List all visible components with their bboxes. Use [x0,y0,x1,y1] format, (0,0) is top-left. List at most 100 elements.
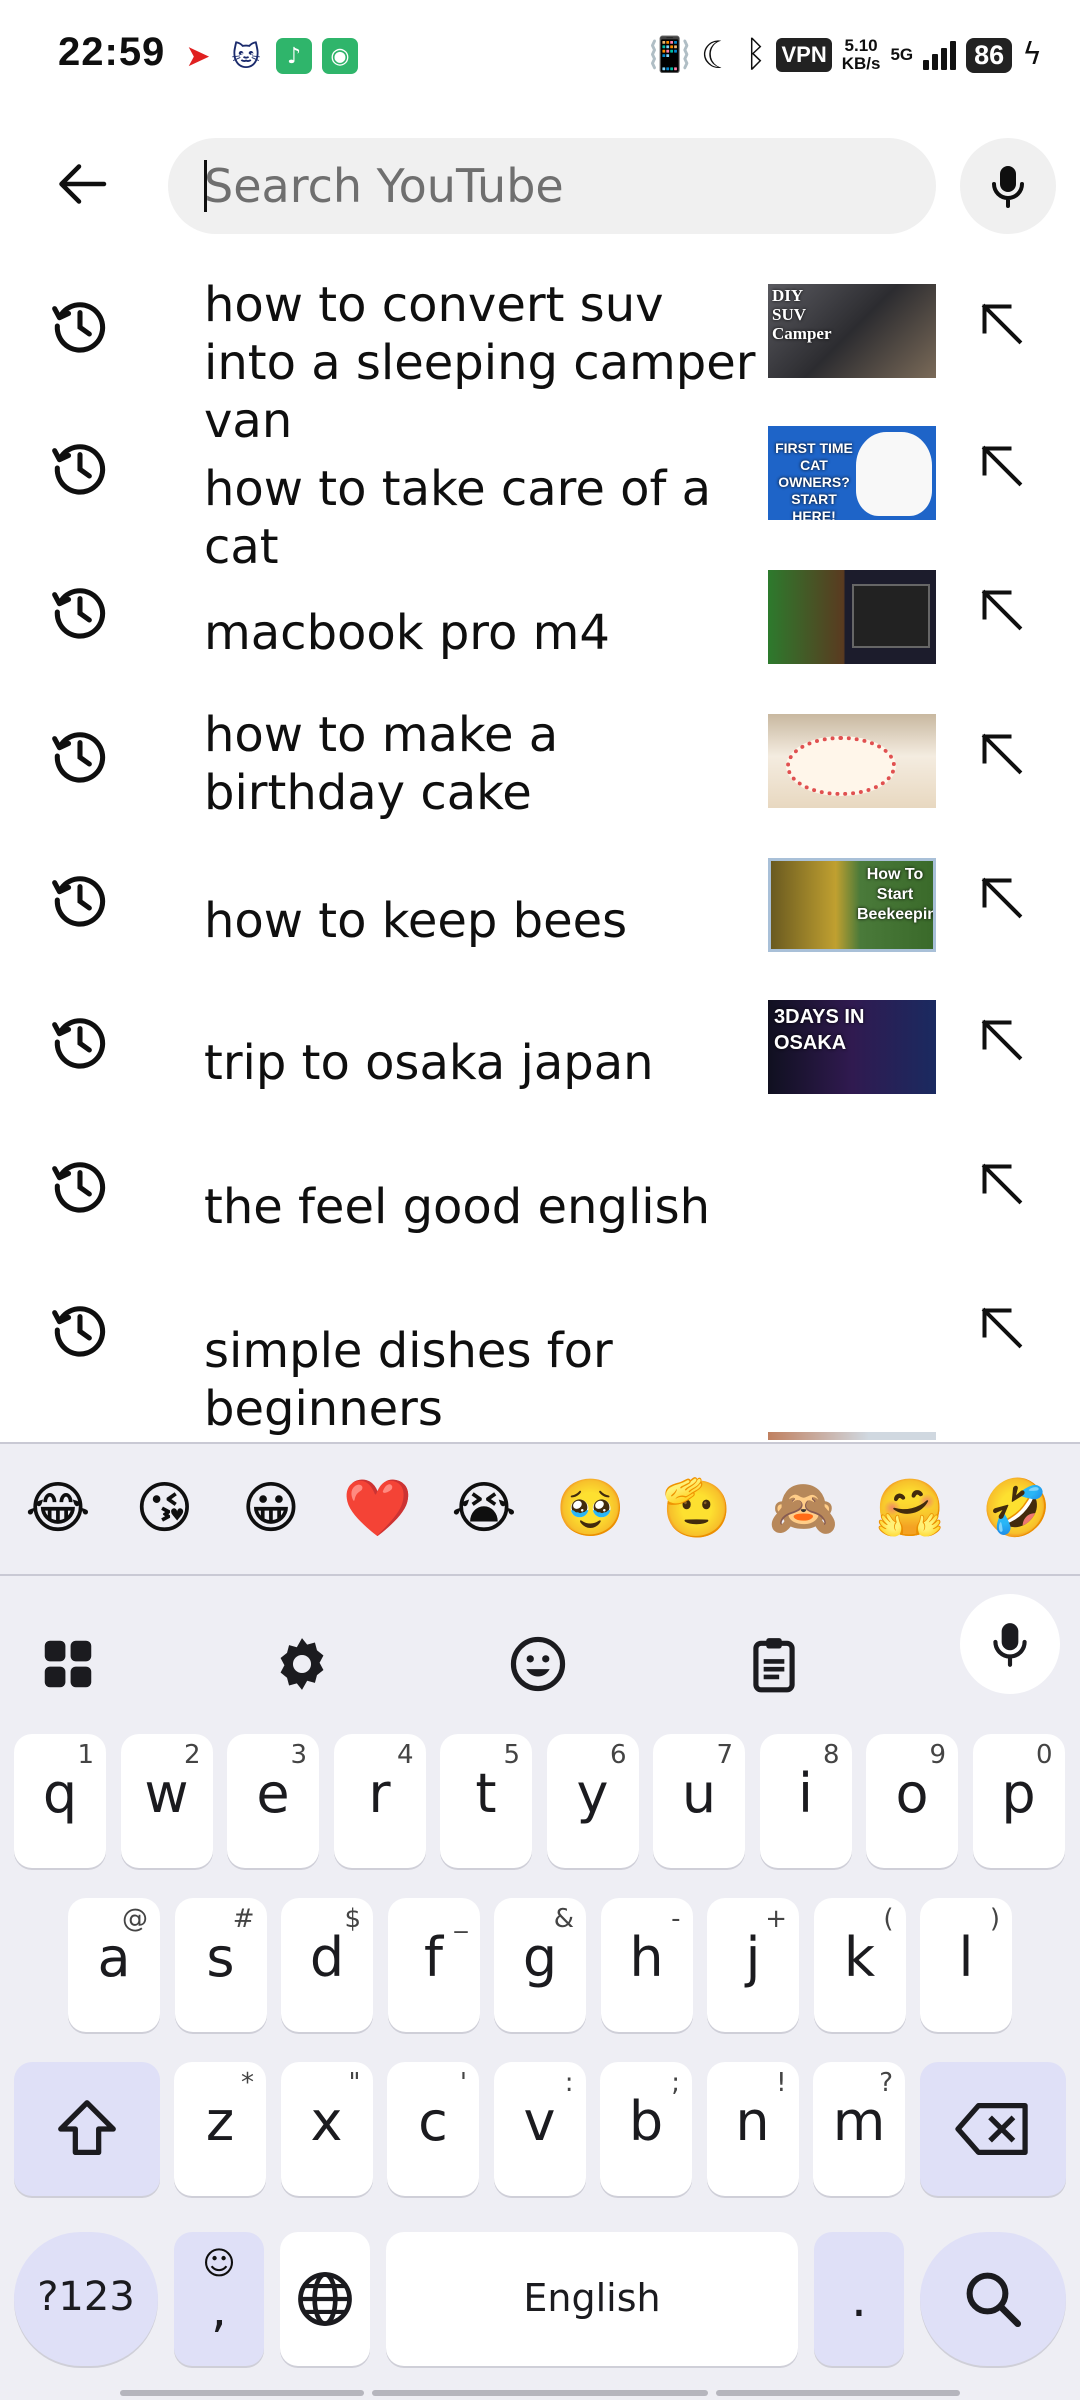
key-hint: _ [454,1904,468,1934]
language-key[interactable] [280,2232,370,2366]
key-y[interactable]: y6 [546,1734,639,1868]
key-label: y [576,1762,609,1825]
key-label: h [629,1926,664,1989]
back-button[interactable] [48,148,120,220]
suggestion-item[interactable]: how to keep bees How To Start Beekeeping [0,828,1080,972]
key-j[interactable]: j + [707,1898,799,2032]
emoji-suggestion[interactable]: 🤣 [977,1474,1057,1544]
charging-icon: ϟ [1022,37,1042,72]
suggestion-item[interactable]: how to convert suv into a sleeping campe… [0,254,1080,449]
emoji-suggestion[interactable]: 😘 [125,1474,205,1544]
key-hint: @ [122,1904,148,1934]
history-icon [52,302,106,353]
key-e[interactable]: e3 [227,1734,319,1868]
search-input[interactable] [204,138,904,234]
suggestion-item[interactable]: how to make a birthday cake [0,684,1080,828]
suggestion-text: how to keep bees [204,893,628,949]
key-b[interactable]: b; [600,2062,692,2196]
emoji-suggestion[interactable]: 😀 [231,1474,311,1544]
shift-key[interactable] [14,2062,160,2196]
emoji-suggestion-bar: 😂 😘 😀 ❤️ 😭 🥹 🫡 🙈 🤗 🤣 [0,1442,1080,1576]
key-i[interactable]: i8 [759,1734,852,1868]
history-icon [52,444,106,495]
key-t[interactable]: t5 [440,1734,532,1868]
key-d[interactable]: d $ [281,1898,373,2032]
suggestion-item[interactable]: simple dishes for beginners [0,1258,1080,1437]
key-g[interactable]: g & [494,1898,586,2032]
key-hint: 9 [929,1740,946,1770]
key-m[interactable]: m? [813,2062,905,2196]
suggestion-item[interactable]: macbook pro m4 [0,540,1080,684]
key-label: c [418,2090,448,2153]
search-box[interactable] [168,138,936,234]
key-s[interactable]: s # [174,1898,267,2032]
apps-grid-button[interactable] [28,1624,108,1704]
emoji-suggestion[interactable]: 😂 [18,1474,98,1544]
keyboard-settings-button[interactable] [262,1624,342,1704]
emoji-suggestion[interactable]: 😭 [444,1474,524,1544]
key-k[interactable]: k( [813,1898,906,2032]
emoji-suggestion[interactable]: ❤️ [338,1474,418,1544]
fill-query-button[interactable] [972,294,1032,354]
period-key[interactable]: . [814,2232,904,2366]
fill-query-button[interactable] [972,436,1032,496]
backspace-key[interactable] [920,2062,1066,2196]
network-speed-unit: KB/s [841,54,881,73]
keyboard-voice-button[interactable] [960,1594,1060,1694]
key-label: m [832,2090,886,2153]
key-a[interactable]: a @ [68,1898,160,2032]
clipboard-button[interactable] [734,1624,814,1704]
space-key[interactable]: English [386,2232,798,2366]
emoji-keyboard-button[interactable] [498,1624,578,1704]
suggestion-item[interactable]: how to take care of a cat FIRST TIME CAT … [0,396,1080,575]
suggestion-item[interactable]: good fitness and nutrition [0,1402,1080,1440]
key-z[interactable]: z * [174,2062,266,2196]
voice-search-button[interactable] [960,138,1056,234]
fill-query-button[interactable] [972,1154,1032,1214]
suggestion-item[interactable]: trip to osaka japan 3DAYS IN OSAKA [0,970,1080,1114]
key-h[interactable]: h- [600,1898,693,2032]
fill-query-button[interactable] [972,1010,1032,1070]
fill-query-button[interactable] [972,724,1032,784]
symbols-key[interactable]: ?123 [14,2232,158,2366]
emoji-suggestion[interactable]: 🤗 [870,1474,950,1544]
key-u[interactable]: u7 [653,1734,745,1868]
suggestion-thumbnail [768,570,936,664]
emoji-suggestion[interactable]: 🫡 [657,1474,737,1544]
key-n[interactable]: n! [706,2062,799,2196]
comma-key[interactable]: ☺ , [174,2232,264,2366]
symbols-key-label: ?123 [37,2274,135,2320]
history-icon [52,588,106,639]
key-hint: 2 [183,1740,201,1770]
suggestion-item[interactable]: the feel good english [0,1114,1080,1258]
fill-query-button[interactable] [972,868,1032,928]
key-hint: ; [671,2068,680,2098]
key-q[interactable]: q1 [14,1734,106,1868]
emoji-suggestion[interactable]: 🙈 [764,1474,844,1544]
key-r[interactable]: r4 [333,1734,426,1868]
key-hint: 0 [1035,1740,1053,1770]
nav-handle [716,2390,960,2396]
suggestion-text: the feel good english [204,1179,711,1235]
key-c[interactable]: c ' [387,2062,479,2196]
notification-hotspot-icon: ◉ [322,38,358,74]
emoji-suggestion[interactable]: 🥹 [551,1474,631,1544]
microphone-icon [992,166,1024,208]
search-icon [966,2272,1022,2328]
key-o[interactable]: o9 [866,1734,958,1868]
key-v[interactable]: v: [493,2062,586,2196]
key-x[interactable]: x " [280,2062,373,2196]
arrow-up-left-icon [981,733,1023,775]
laptop-thumbnail-icon [852,584,930,648]
key-l[interactable]: l) [920,1898,1012,2032]
key-p[interactable]: p0 [972,1734,1065,1868]
search-action-key[interactable] [920,2232,1066,2366]
key-hint: : [564,2068,574,2098]
fill-query-button[interactable] [972,1298,1032,1358]
fill-query-button[interactable] [972,580,1032,640]
history-icon [52,876,106,927]
key-w[interactable]: w2 [120,1734,213,1868]
microphone-icon [993,1623,1027,1667]
key-f[interactable]: f _ [387,1898,480,2032]
arrow-up-left-icon [981,1307,1023,1349]
